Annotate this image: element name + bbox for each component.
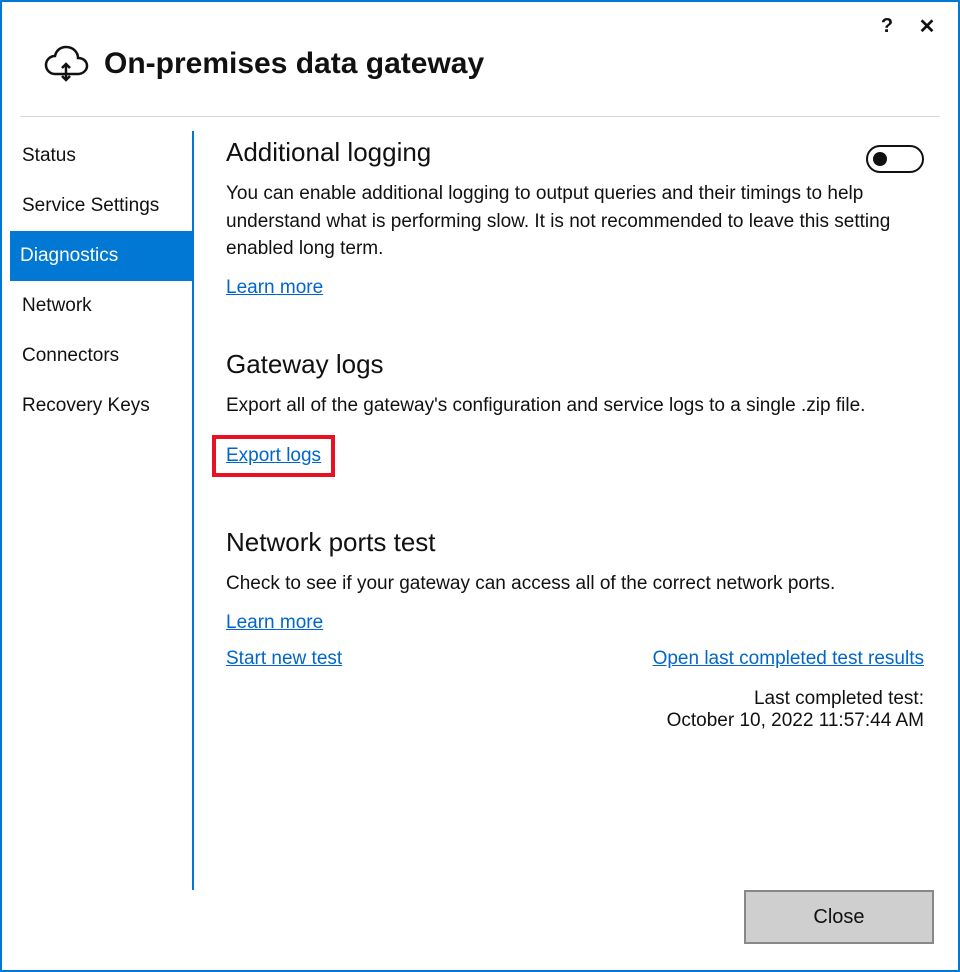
network-ports-desc: Check to see if your gateway can access …: [226, 570, 924, 598]
gateway-logs-title: Gateway logs: [226, 349, 924, 380]
gateway-window: ? ✕ On-premises data gateway Status Serv…: [0, 0, 960, 972]
section-additional-logging: Additional logging You can enable additi…: [226, 137, 924, 299]
additional-logging-desc: You can enable additional logging to out…: [226, 180, 924, 263]
body: Status Service Settings Diagnostics Netw…: [2, 117, 958, 890]
sidebar-item-connectors[interactable]: Connectors: [20, 331, 192, 381]
section-gateway-logs: Gateway logs Export all of the gateway's…: [226, 349, 924, 478]
sidebar-item-diagnostics[interactable]: Diagnostics: [10, 231, 192, 281]
header: On-premises data gateway: [2, 40, 958, 116]
last-completed-time: October 10, 2022 11:57:44 AM: [226, 710, 924, 732]
sidebar-item-service-settings[interactable]: Service Settings: [20, 181, 192, 231]
toggle-knob: [873, 152, 887, 166]
gateway-logs-desc: Export all of the gateway's configuratio…: [226, 392, 924, 420]
last-completed-test: Last completed test: October 10, 2022 11…: [226, 688, 924, 732]
additional-logging-toggle[interactable]: [866, 145, 924, 173]
titlebar: ? ✕: [2, 2, 958, 40]
open-last-results-link[interactable]: Open last completed test results: [653, 648, 924, 670]
sidebar: Status Service Settings Diagnostics Netw…: [20, 117, 192, 890]
additional-logging-learn-more-link[interactable]: Learn more: [226, 277, 323, 299]
sidebar-item-status[interactable]: Status: [20, 131, 192, 181]
section-network-ports: Network ports test Check to see if your …: [226, 527, 924, 732]
content: Additional logging You can enable additi…: [194, 117, 940, 890]
close-icon[interactable]: ✕: [914, 13, 940, 39]
cloud-gateway-icon: [42, 44, 90, 84]
page-title: On-premises data gateway: [104, 47, 484, 81]
last-completed-label: Last completed test:: [226, 688, 924, 710]
sidebar-item-network[interactable]: Network: [20, 281, 192, 331]
network-ports-title: Network ports test: [226, 527, 924, 558]
network-ports-learn-more-link[interactable]: Learn more: [226, 612, 323, 634]
export-logs-link[interactable]: Export logs: [226, 445, 321, 467]
close-button[interactable]: Close: [744, 890, 934, 944]
export-logs-highlight: Export logs: [212, 435, 335, 477]
additional-logging-title: Additional logging: [226, 137, 431, 168]
sidebar-item-recovery-keys[interactable]: Recovery Keys: [20, 381, 192, 431]
footer: Close: [2, 890, 958, 970]
start-new-test-link[interactable]: Start new test: [226, 648, 342, 670]
help-icon[interactable]: ?: [874, 13, 900, 39]
